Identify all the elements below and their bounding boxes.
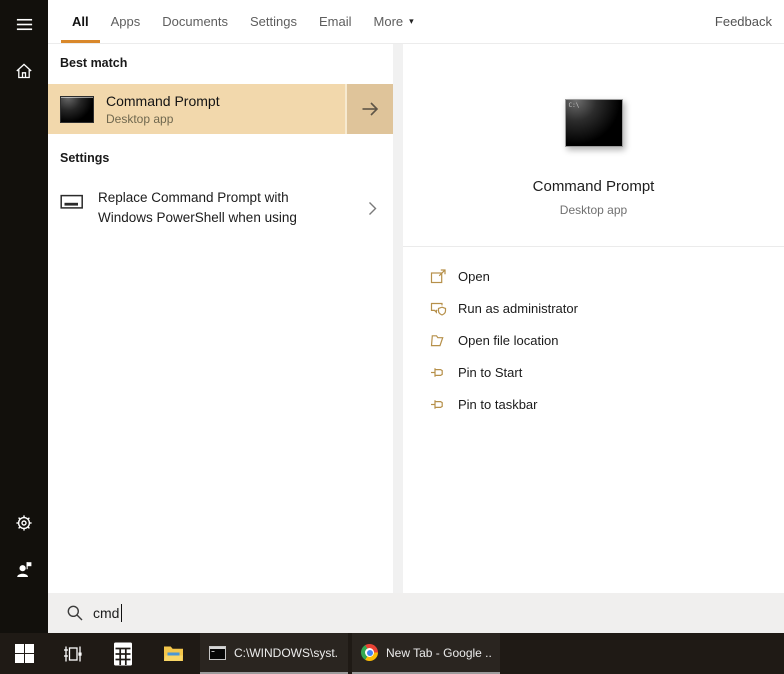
folder-icon — [163, 646, 183, 661]
file-explorer-button[interactable] — [148, 633, 198, 674]
settings-result-item[interactable]: Replace Command Prompt with Windows Powe… — [48, 182, 393, 234]
windows-search-flyout: All Apps Documents Settings Email More ▾ … — [0, 0, 784, 674]
filter-tabbar: All Apps Documents Settings Email More ▾ … — [48, 0, 784, 44]
chrome-core — [366, 649, 373, 656]
calculator-button[interactable] — [98, 633, 148, 674]
action-open-file-location-label: Open file location — [458, 332, 559, 348]
action-pin-to-taskbar[interactable]: Pin to taskbar — [403, 388, 784, 420]
tab-more-label: More — [373, 13, 404, 29]
command-prompt-large-icon: C:\ — [564, 99, 623, 147]
run-as-admin-icon — [430, 302, 447, 316]
details-divider — [403, 246, 784, 247]
search-input[interactable]: cmd — [48, 593, 784, 633]
chevron-right-icon — [369, 201, 377, 215]
action-open-file-location[interactable]: Open file location — [403, 324, 784, 356]
tab-apps-label: Apps — [110, 13, 141, 29]
tab-settings-label: Settings — [250, 13, 297, 29]
windows-logo-icon — [14, 644, 34, 663]
text-cursor — [121, 604, 123, 622]
tab-all[interactable]: All — [61, 0, 100, 43]
best-match-subtitle: Desktop app — [106, 111, 174, 126]
tab-settings[interactable]: Settings — [239, 0, 308, 43]
command-prompt-icon — [60, 95, 94, 123]
action-pin-to-start[interactable]: Pin to Start — [403, 356, 784, 388]
search-icon — [67, 605, 83, 621]
action-open[interactable]: Open — [403, 260, 784, 292]
action-pin-to-taskbar-label: Pin to taskbar — [458, 396, 538, 412]
start-button[interactable] — [0, 633, 48, 674]
best-match-title: Command Prompt — [106, 92, 220, 109]
open-icon — [430, 268, 446, 283]
account-button[interactable] — [0, 546, 48, 594]
expand-result-button[interactable] — [345, 84, 393, 134]
home-icon — [16, 63, 32, 79]
panel-divider — [393, 44, 403, 593]
file-location-icon — [430, 334, 444, 346]
menu-button[interactable] — [0, 0, 48, 48]
settings-result-label: Replace Command Prompt with Windows Powe… — [98, 188, 297, 228]
settings-button[interactable] — [0, 499, 48, 547]
tab-email[interactable]: Email — [308, 0, 363, 43]
chrome-icon — [361, 644, 378, 661]
pin-icon — [431, 399, 443, 409]
best-match-text: Command Prompt Desktop app — [106, 93, 220, 126]
results-panel: Best match Command Prompt Desktop app Se… — [48, 44, 393, 593]
details-panel: C:\ Command Prompt Desktop app Open Run … — [403, 44, 784, 593]
action-list: Open Run as administrator Open file loca… — [403, 260, 784, 420]
tab-apps[interactable]: Apps — [100, 0, 152, 43]
gear-icon — [16, 515, 32, 531]
action-run-as-admin[interactable]: Run as administrator — [403, 292, 784, 324]
tab-more[interactable]: More ▾ — [363, 0, 425, 43]
search-query-text: cmd — [93, 605, 120, 621]
task-view-icon — [64, 646, 82, 661]
settings-result-line1: Replace Command Prompt with — [98, 190, 289, 205]
action-pin-to-start-label: Pin to Start — [458, 364, 523, 380]
sidebar — [0, 0, 48, 633]
action-open-label: Open — [458, 268, 490, 284]
prompt-glyph: C:\ — [568, 102, 580, 109]
console-window-icon — [60, 194, 83, 209]
tab-all-label: All — [72, 13, 89, 29]
user-flag-icon — [17, 562, 32, 577]
tab-documents[interactable]: Documents — [151, 0, 239, 43]
details-subtitle: Desktop app — [559, 203, 628, 217]
best-match-header: Best match — [60, 56, 128, 70]
best-match-result[interactable]: Command Prompt Desktop app — [48, 84, 393, 134]
settings-section-header: Settings — [60, 151, 110, 165]
task-view-button[interactable] — [48, 633, 98, 674]
feedback-label: Feedback — [714, 14, 772, 29]
taskbar-window-cmd[interactable]: C:\WINDOWS\syst... — [200, 633, 348, 674]
details-title: Command Prompt — [532, 178, 655, 195]
pin-icon — [431, 367, 443, 377]
calculator-icon — [114, 642, 132, 665]
tab-email-label: Email — [319, 13, 352, 29]
taskbar: C:\WINDOWS\syst... New Tab - Google ... — [0, 633, 784, 674]
action-run-as-admin-label: Run as administrator — [458, 300, 578, 316]
filter-tabs: All Apps Documents Settings Email More ▾ — [48, 0, 425, 43]
settings-result-line2: Windows PowerShell when using — [98, 210, 297, 225]
hamburger-icon — [16, 18, 32, 30]
taskbar-window-cmd-label: C:\WINDOWS\syst... — [234, 645, 339, 660]
taskbar-window-chrome[interactable]: New Tab - Google ... — [352, 633, 500, 674]
cmd-window-icon — [209, 645, 226, 660]
taskbar-window-chrome-label: New Tab - Google ... — [386, 645, 491, 660]
chevron-down-icon: ▾ — [409, 15, 414, 26]
feedback-button[interactable]: Feedback — [715, 0, 784, 43]
tab-documents-label: Documents — [162, 13, 229, 29]
arrow-right-icon — [362, 102, 379, 116]
home-button[interactable] — [0, 47, 48, 95]
